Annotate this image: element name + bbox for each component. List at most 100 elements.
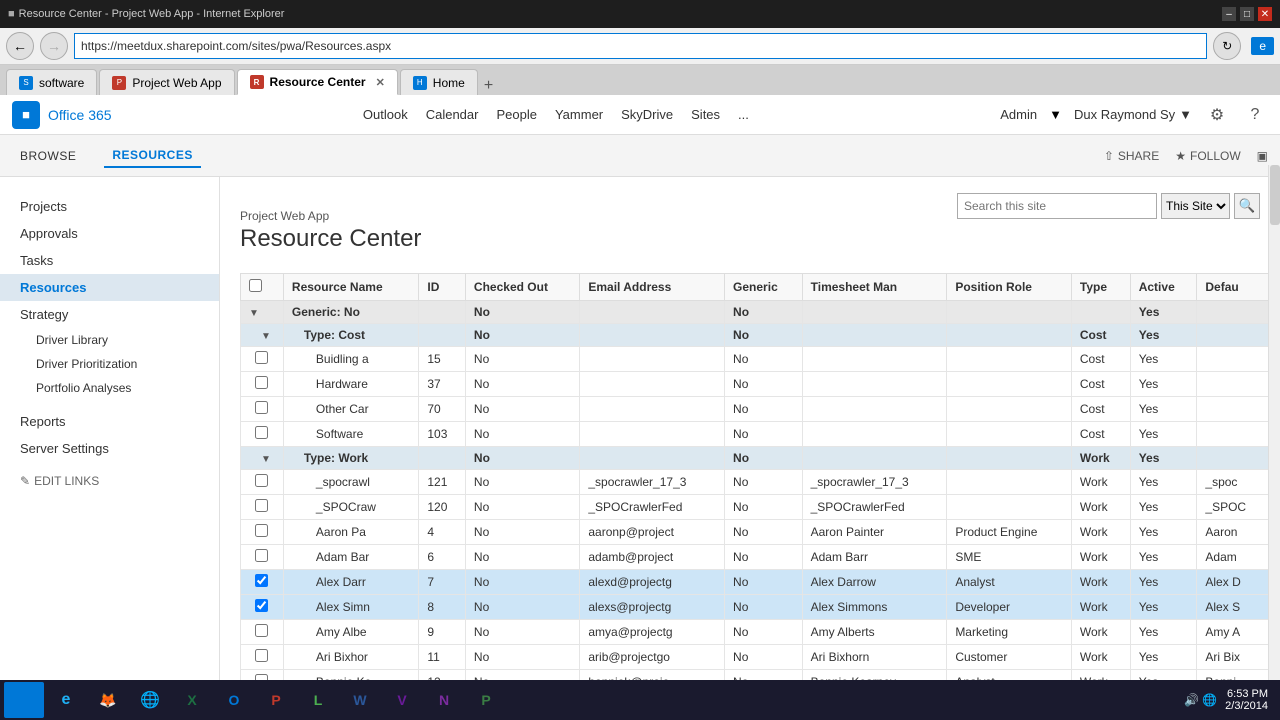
sidebar-item-approvals[interactable]: Approvals: [0, 220, 219, 247]
group-cost-active: Yes: [1130, 324, 1197, 347]
search-button[interactable]: 🔍: [1234, 193, 1260, 219]
table-row[interactable]: Amy Albe 9 No amya@projectg No Amy Alber…: [241, 620, 1270, 645]
sidebar-item-server-settings[interactable]: Server Settings: [0, 435, 219, 462]
focus-button[interactable]: ▣: [1257, 149, 1268, 163]
sidebar-driver-library-label: Driver Library: [36, 333, 108, 347]
sidebar-item-projects[interactable]: Projects: [0, 193, 219, 220]
maximize-button[interactable]: □: [1240, 7, 1254, 21]
taskbar-ppt[interactable]: P: [256, 682, 296, 718]
cell-default: [1197, 397, 1270, 422]
search-input[interactable]: [957, 193, 1157, 219]
table-row[interactable]: Other Car 70 No No Cost Yes: [241, 397, 1270, 422]
tab-project-web-app[interactable]: P Project Web App: [99, 69, 234, 95]
sidebar-subitem-portfolio-analyses[interactable]: Portfolio Analyses: [0, 376, 219, 400]
tab-rc-label: Resource Center: [270, 75, 366, 89]
cell-resource-name: Adam Bar: [283, 545, 418, 570]
row-checkbox[interactable]: [255, 649, 268, 662]
table-row[interactable]: Software 103 No No Cost Yes: [241, 422, 1270, 447]
nav-people[interactable]: People: [496, 107, 536, 122]
nav-sites[interactable]: Sites: [691, 107, 720, 122]
follow-button[interactable]: ★ FOLLOW: [1175, 149, 1240, 163]
table-row[interactable]: Ari Bixhor 11 No arib@projectgo No Ari B…: [241, 645, 1270, 670]
sidebar-subitem-driver-library[interactable]: Driver Library: [0, 328, 219, 352]
table-row[interactable]: Adam Bar 6 No adamb@project No Adam Barr…: [241, 545, 1270, 570]
sidebar-item-reports[interactable]: Reports: [0, 408, 219, 435]
admin-link[interactable]: Admin: [1000, 107, 1037, 122]
sidebar-item-tasks[interactable]: Tasks: [0, 247, 219, 274]
taskbar-chrome[interactable]: 🌐: [130, 682, 170, 718]
help-button[interactable]: ?: [1242, 102, 1268, 128]
group-work-expand[interactable]: ▼: [241, 447, 284, 470]
scrollbar-track[interactable]: [1268, 165, 1280, 680]
forward-button[interactable]: →: [40, 32, 68, 60]
sidebar-item-resources[interactable]: Resources: [0, 274, 219, 301]
table-row[interactable]: Buidling a 15 No No Cost Yes: [241, 347, 1270, 372]
settings-button[interactable]: ⚙: [1204, 102, 1230, 128]
taskbar-ie[interactable]: e: [46, 682, 86, 718]
taskbar-onenote[interactable]: N: [424, 682, 464, 718]
nav-more[interactable]: ...: [738, 107, 749, 122]
cell-ts-man: [802, 347, 947, 372]
new-tab-button[interactable]: +: [484, 77, 493, 95]
address-bar[interactable]: https://meetdux.sharepoint.com/sites/pwa…: [74, 33, 1207, 59]
taskbar-lync[interactable]: L: [298, 682, 338, 718]
sidebar-item-strategy[interactable]: Strategy: [0, 301, 219, 328]
taskbar-excel[interactable]: X: [172, 682, 212, 718]
edit-links-button[interactable]: ✎ EDIT LINKS: [0, 462, 219, 500]
group-cost-pos-role: [947, 324, 1072, 347]
nav-calendar[interactable]: Calendar: [426, 107, 479, 122]
row-checkbox[interactable]: [255, 599, 268, 612]
row-checkbox[interactable]: [255, 401, 268, 414]
row-checkbox[interactable]: [255, 524, 268, 537]
cell-checked-out: No: [465, 470, 579, 495]
nav-outlook[interactable]: Outlook: [363, 107, 408, 122]
col-select-all[interactable]: [241, 274, 284, 301]
tab-rc-close[interactable]: ✕: [376, 76, 385, 89]
search-scope-dropdown[interactable]: This Site: [1161, 193, 1230, 219]
table-row[interactable]: Hardware 37 No No Cost Yes: [241, 372, 1270, 397]
browse-button[interactable]: BROWSE: [12, 145, 84, 167]
sidebar-subitem-driver-prioritization[interactable]: Driver Prioritization: [0, 352, 219, 376]
group-cost-expand[interactable]: ▼: [241, 324, 284, 347]
tab-resource-center[interactable]: R Resource Center ✕: [237, 69, 398, 95]
row-checkbox[interactable]: [255, 574, 268, 587]
row-checkbox[interactable]: [255, 549, 268, 562]
group-generic-checked-out: No: [465, 301, 579, 324]
table-row[interactable]: _spocrawl 121 No _spocrawler_17_3 No _sp…: [241, 470, 1270, 495]
taskbar-visio[interactable]: V: [382, 682, 422, 718]
taskbar-icons: 🔊 🌐: [1184, 693, 1217, 707]
table-row[interactable]: Aaron Pa 4 No aaronp@project No Aaron Pa…: [241, 520, 1270, 545]
resources-button[interactable]: RESOURCES: [104, 144, 201, 168]
taskbar-edge[interactable]: 🦊: [88, 682, 128, 718]
share-button[interactable]: ⇧ SHARE: [1104, 149, 1159, 163]
ie-icon[interactable]: e: [1251, 37, 1274, 55]
user-menu[interactable]: Dux Raymond Sy ▼: [1074, 107, 1192, 122]
start-button[interactable]: [4, 682, 44, 718]
cell-generic: No: [725, 545, 803, 570]
minimize-button[interactable]: –: [1222, 7, 1236, 21]
taskbar-project[interactable]: P: [466, 682, 506, 718]
back-button[interactable]: ←: [6, 32, 34, 60]
nav-yammer[interactable]: Yammer: [555, 107, 603, 122]
row-checkbox[interactable]: [255, 499, 268, 512]
tab-home[interactable]: H Home: [400, 69, 478, 95]
select-all-checkbox[interactable]: [249, 279, 262, 292]
group-generic-expand[interactable]: ▼: [241, 301, 284, 324]
close-button[interactable]: ✕: [1258, 7, 1272, 21]
row-checkbox[interactable]: [255, 624, 268, 637]
refresh-button[interactable]: ↻: [1213, 32, 1241, 60]
nav-skydrive[interactable]: SkyDrive: [621, 107, 673, 122]
taskbar-word[interactable]: W: [340, 682, 380, 718]
table-row[interactable]: _SPOCraw 120 No _SPOCrawlerFed No _SPOCr…: [241, 495, 1270, 520]
row-checkbox[interactable]: [255, 351, 268, 364]
admin-dropdown-icon[interactable]: ▼: [1049, 107, 1062, 122]
taskbar-outlook[interactable]: O: [214, 682, 254, 718]
table-row-alex-simmons[interactable]: Alex Simn 8 No alexs@projectg No Alex Si…: [241, 595, 1270, 620]
row-checkbox[interactable]: [255, 474, 268, 487]
scrollbar-thumb[interactable]: [1270, 165, 1280, 225]
tab-software[interactable]: S software: [6, 69, 97, 95]
cell-generic: No: [725, 470, 803, 495]
row-checkbox[interactable]: [255, 376, 268, 389]
table-row-alex-darrow[interactable]: Alex Darr 7 No alexd@projectg No Alex Da…: [241, 570, 1270, 595]
row-checkbox[interactable]: [255, 426, 268, 439]
